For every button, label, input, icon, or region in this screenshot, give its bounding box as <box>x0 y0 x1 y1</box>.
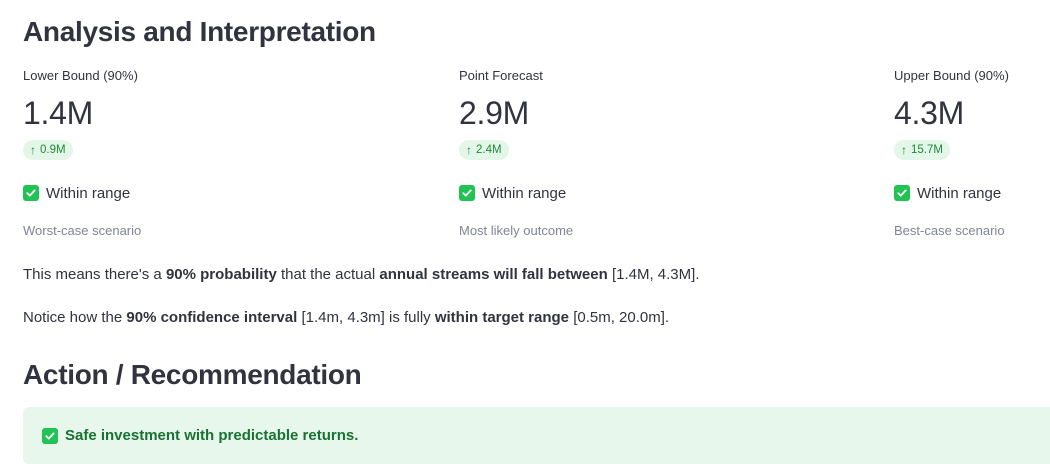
analysis-heading: Analysis and Interpretation <box>23 16 376 47</box>
metric-label: Point Forecast <box>459 68 543 83</box>
metric-caption: Worst-case scenario <box>23 223 142 238</box>
metric-delta: ↑ 0.9M <box>23 140 73 160</box>
check-box-icon <box>894 185 910 201</box>
probability-paragraph: This means there's a 90% probability tha… <box>23 264 699 286</box>
arrow-up-icon: ↑ <box>901 143 907 157</box>
para-text: Notice how the <box>23 309 127 326</box>
para-bold: 90% confidence interval <box>126 309 298 326</box>
metric-status: Within range <box>894 182 1050 204</box>
metric-delta: ↑ 2.4M <box>459 140 509 160</box>
metric-caption: Most likely outcome <box>459 223 574 238</box>
para-bold: 90% probability <box>165 266 277 283</box>
metric-lower-bound: Lower Bound (90%) 1.4M ↑ 0.9M Within ran… <box>23 66 443 240</box>
metric-value: 4.3M <box>894 95 964 131</box>
metric-status: Within range <box>23 182 443 204</box>
metric-delta-value: 0.9M <box>40 144 66 156</box>
check-box-icon <box>459 185 475 201</box>
metric-status-label: Within range <box>482 184 567 202</box>
para-text: [1.4m, 4.3m] is fully <box>297 309 435 326</box>
success-alert: Safe investment with predictable returns… <box>23 407 1050 464</box>
para-bold: within target range <box>434 309 570 326</box>
arrow-up-icon: ↑ <box>30 143 36 157</box>
check-box-icon <box>23 185 39 201</box>
page: Analysis and Interpretation Lower Bound … <box>0 0 1050 466</box>
metric-caption: Best-case scenario <box>894 223 1005 238</box>
para-text: [1.4M, 4.3M]. <box>607 266 700 283</box>
metric-point-forecast: Point Forecast 2.9M ↑ 2.4M Within range … <box>459 66 879 240</box>
alert-message: Safe investment with predictable returns… <box>65 427 359 444</box>
check-box-icon <box>42 427 58 444</box>
metric-label: Lower Bound (90%) <box>23 68 138 83</box>
arrow-up-icon: ↑ <box>466 143 472 157</box>
para-bold: annual streams will fall between <box>379 266 608 283</box>
metric-delta-value: 2.4M <box>476 144 502 156</box>
metric-status: Within range <box>459 182 879 204</box>
metric-delta-value: 15.7M <box>911 144 943 156</box>
metric-label: Upper Bound (90%) <box>894 68 1009 83</box>
metric-delta: ↑ 15.7M <box>894 140 950 160</box>
para-text: [0.5m, 20.0m]. <box>569 309 670 326</box>
action-heading: Action / Recommendation <box>23 359 362 390</box>
confidence-paragraph: Notice how the 90% confidence interval [… <box>23 307 669 329</box>
metric-value: 2.9M <box>459 95 529 131</box>
metric-status-label: Within range <box>46 184 131 202</box>
metric-value: 1.4M <box>23 95 93 131</box>
para-text: This means there's a <box>23 266 166 283</box>
metric-status-label: Within range <box>917 184 1002 202</box>
para-text: that the actual <box>276 266 380 283</box>
metric-upper-bound: Upper Bound (90%) 4.3M ↑ 15.7M Within ra… <box>894 66 1050 240</box>
